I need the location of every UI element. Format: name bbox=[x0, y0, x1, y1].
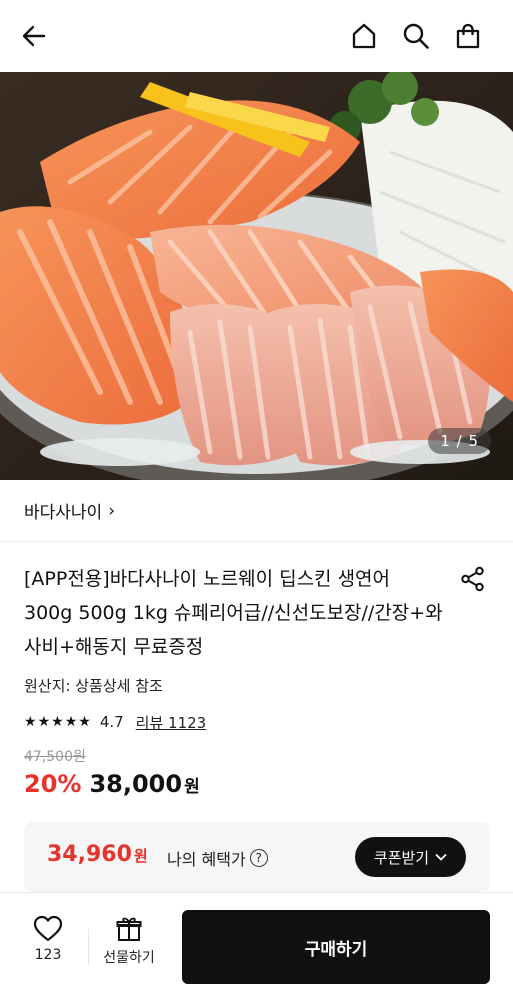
back-arrow-icon[interactable] bbox=[16, 18, 52, 54]
share-icon[interactable] bbox=[456, 562, 490, 596]
original-price: 47,500원 bbox=[24, 749, 86, 765]
gift-icon bbox=[116, 917, 142, 941]
seller-link[interactable]: 바다사나이 › bbox=[0, 480, 513, 542]
star-icon: ★ bbox=[51, 714, 64, 730]
benefit-price-box: 34,960 원 나의 혜택가 ? 쿠폰받기 bbox=[24, 822, 490, 892]
sale-price: 38,000 bbox=[89, 770, 183, 798]
star-icon: ★ bbox=[37, 714, 51, 730]
product-image-gallery[interactable]: 1 / 5 bbox=[0, 72, 513, 480]
coupon-button[interactable]: 쿠폰받기 bbox=[355, 837, 466, 877]
info-icon[interactable]: ? bbox=[249, 849, 268, 867]
seller-name: 바다사나이 bbox=[24, 503, 103, 523]
origin-info: 원산지: 상품상세 참조 bbox=[24, 677, 163, 695]
product-title: [APP전용]바다사나이 노르웨이 딥스킨 생연어 300g 500g 1kg … bbox=[24, 568, 443, 658]
benefit-price-unit: 원 bbox=[133, 847, 148, 865]
price-row: 20% 38,000 원 bbox=[24, 770, 200, 798]
benefit-price-value: 34,960 bbox=[47, 842, 132, 867]
discount-rate: 20% bbox=[24, 770, 82, 798]
bottom-action-bar: 123 선물하기 구매하기 bbox=[0, 892, 513, 1000]
rating-score: 4.7 bbox=[99, 713, 124, 731]
divider bbox=[88, 929, 89, 965]
star-icon: ★ bbox=[64, 714, 78, 730]
star-icon: ★ bbox=[78, 714, 91, 730]
search-icon[interactable] bbox=[398, 18, 434, 54]
salmon-sashimi-image bbox=[0, 72, 513, 480]
shopping-bag-icon[interactable] bbox=[450, 18, 486, 54]
star-rating: ★ ★ ★ ★ ★ bbox=[24, 714, 92, 730]
like-count: 123 bbox=[34, 947, 62, 963]
gift-label: 선물하기 bbox=[103, 950, 155, 966]
coupon-button-label: 쿠폰받기 bbox=[373, 848, 430, 867]
image-page-counter: 1 / 5 bbox=[428, 428, 491, 454]
like-button[interactable]: 123 bbox=[18, 915, 78, 979]
benefit-label: 나의 혜택가 ? bbox=[167, 846, 268, 870]
benefit-label-text: 나의 혜택가 bbox=[167, 850, 246, 869]
star-icon: ★ bbox=[24, 714, 37, 730]
benefit-price: 34,960 원 bbox=[47, 842, 148, 867]
price-unit: 원 bbox=[184, 777, 200, 797]
heart-icon bbox=[33, 915, 63, 942]
chevron-down-icon bbox=[435, 851, 447, 864]
buy-button[interactable]: 구매하기 bbox=[182, 910, 490, 984]
gift-button[interactable]: 선물하기 bbox=[94, 915, 164, 979]
top-nav-bar bbox=[0, 0, 513, 72]
home-icon[interactable] bbox=[346, 18, 382, 54]
chevron-right-icon: › bbox=[108, 500, 116, 521]
review-link[interactable]: 리뷰 1123 bbox=[136, 712, 207, 733]
rating-row: ★ ★ ★ ★ ★ 4.7 리뷰 1123 bbox=[24, 710, 206, 734]
